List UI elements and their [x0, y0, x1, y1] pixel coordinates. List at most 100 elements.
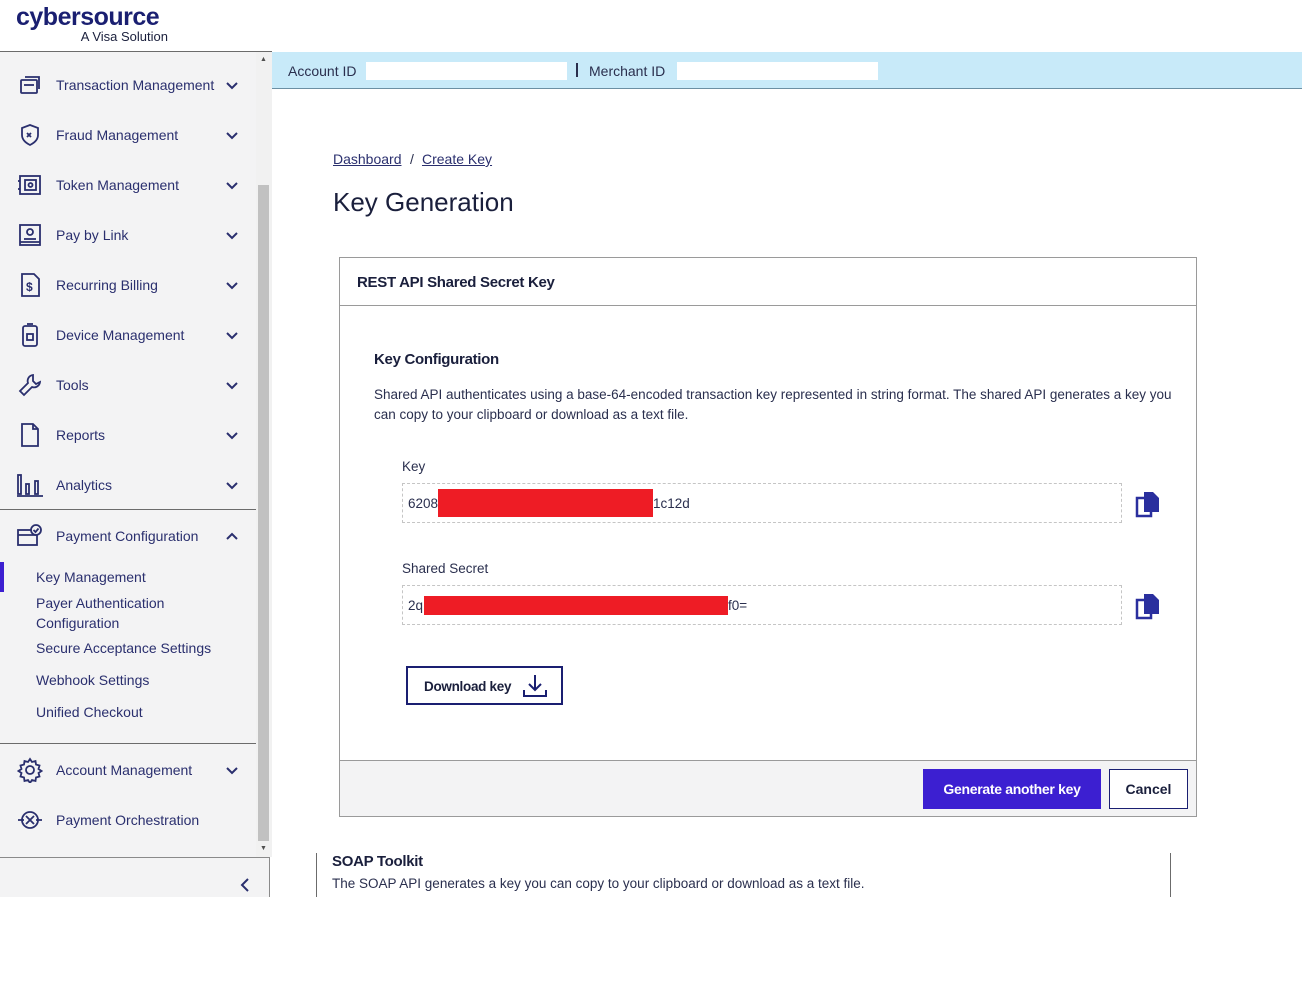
sidebar-item-label: Pay by Link — [56, 227, 129, 243]
sidebar-divider — [0, 743, 256, 744]
key-value-suffix: 1c12d — [653, 496, 690, 511]
sidebar-item-label: Payment Orchestration — [56, 812, 200, 828]
sidebar-item-label: Device Management — [56, 327, 185, 343]
logo-tagline: A Visa Solution — [80, 29, 168, 44]
soap-toolkit-description: The SOAP API generates a key you can cop… — [332, 876, 865, 891]
collapse-sidebar-icon[interactable] — [235, 875, 255, 895]
sidebar-item-payment-configuration[interactable]: Payment Configuration — [0, 514, 256, 558]
account-id-label: Account ID — [288, 63, 357, 79]
key-redaction — [438, 489, 653, 517]
secret-redaction — [424, 596, 728, 615]
billing-doc-icon: $ — [16, 271, 44, 299]
copy-secret-icon[interactable] — [1135, 592, 1161, 622]
vault-icon — [16, 171, 44, 199]
scroll-down-arrow-icon[interactable]: ▼ — [258, 845, 269, 855]
sidebar-item-account-management[interactable]: Account Management — [0, 748, 256, 792]
sidebar-item-label: Fraud Management — [56, 127, 179, 143]
sidebar-footer — [0, 857, 270, 897]
sidebar-item-tools[interactable]: Tools — [0, 363, 256, 407]
card-header: REST API Shared Secret Key — [340, 258, 1196, 306]
sidebar-subitem-key-management[interactable]: Key Management — [36, 567, 246, 587]
cybersource-logo[interactable]: cybersource A Visa Solution — [16, 4, 176, 46]
sidebar-subitem-payer-authentication[interactable]: Payer Authentication Configuration — [36, 593, 246, 633]
logo-wordmark: cybersource — [16, 3, 160, 31]
breadcrumb-dashboard[interactable]: Dashboard — [333, 151, 402, 167]
sidebar-subitem-secure-acceptance[interactable]: Secure Acceptance Settings — [36, 638, 246, 658]
shield-icon — [16, 121, 44, 149]
sidebar-item-transaction-management[interactable]: Transaction Management — [0, 63, 256, 107]
sidebar-item-token-management[interactable]: Token Management — [0, 163, 256, 207]
breadcrumb-create-key[interactable]: Create Key — [422, 151, 492, 167]
card-title: REST API Shared Secret Key — [357, 274, 555, 291]
key-label: Key — [402, 459, 426, 474]
sidebar-item-pay-by-link[interactable]: Pay by Link — [0, 213, 256, 257]
gear-icon — [16, 756, 44, 784]
secret-value-prefix: 2q — [408, 598, 424, 613]
download-key-label: Download key — [424, 679, 512, 694]
soap-section-border-right — [1170, 853, 1171, 897]
chevron-down-icon — [222, 425, 242, 445]
key-field[interactable]: 6208 1c12d — [402, 483, 1122, 523]
chevron-down-icon — [222, 375, 242, 395]
sidebar-item-label: Recurring Billing — [56, 277, 158, 293]
scroll-up-arrow-icon[interactable]: ▲ — [258, 56, 269, 66]
breadcrumb-separator: / — [410, 151, 414, 167]
sidebar-item-payment-orchestration[interactable]: Payment Orchestration — [0, 798, 256, 842]
sidebar-item-label: Analytics — [56, 477, 113, 493]
sidebar-subitem-unified-checkout[interactable]: Unified Checkout — [36, 702, 246, 722]
generate-another-key-button[interactable]: Generate another key — [923, 769, 1101, 809]
chevron-down-icon — [222, 175, 242, 195]
sidebar-item-fraud-management[interactable]: Fraud Management — [0, 113, 256, 157]
chevron-up-icon — [222, 526, 242, 546]
sidebar-item-label: Reports — [56, 427, 106, 443]
sidebar-item-analytics[interactable]: Analytics — [0, 463, 256, 507]
svg-text:$: $ — [26, 280, 33, 294]
pay-link-icon — [16, 221, 44, 249]
sidebar: Transaction Management Fraud Management … — [0, 52, 256, 857]
copy-key-icon[interactable] — [1135, 490, 1161, 520]
chevron-down-icon — [222, 325, 242, 345]
sidebar-item-reports[interactable]: Reports — [0, 413, 256, 457]
card-footer: Generate another key Cancel — [340, 760, 1196, 816]
transactions-icon — [16, 71, 44, 99]
chevron-down-icon — [222, 760, 242, 780]
sidebar-item-recurring-billing[interactable]: $ Recurring Billing — [0, 263, 256, 307]
secret-value-suffix: f0= — [728, 598, 748, 613]
card-check-icon — [16, 522, 44, 550]
chevron-down-icon — [222, 125, 242, 145]
merchant-id-value — [677, 62, 878, 80]
download-key-button[interactable]: Download key — [406, 666, 563, 705]
document-icon — [16, 421, 44, 449]
sidebar-item-label: Tools — [56, 377, 89, 393]
scrollbar-thumb[interactable] — [258, 185, 269, 841]
chevron-down-icon — [222, 75, 242, 95]
download-icon — [522, 673, 548, 699]
account-bar-divider — [576, 63, 578, 77]
page-title: Key Generation — [333, 187, 514, 217]
shared-secret-label: Shared Secret — [402, 561, 489, 576]
chevron-down-icon — [222, 475, 242, 495]
rest-api-key-card: REST API Shared Secret Key Key Configura… — [339, 257, 1197, 817]
sidebar-item-device-management[interactable]: Device Management — [0, 313, 256, 357]
key-value-prefix: 6208 — [408, 496, 439, 511]
chevron-down-icon — [222, 225, 242, 245]
key-configuration-description: Shared API authenticates using a base-64… — [374, 387, 1172, 422]
device-icon — [16, 321, 44, 349]
account-bar: Account ID Merchant ID — [272, 52, 1302, 89]
cancel-button[interactable]: Cancel — [1109, 769, 1188, 809]
active-indicator — [0, 562, 4, 592]
wrench-icon — [16, 371, 44, 399]
sidebar-item-label: Payment Configuration — [56, 528, 199, 544]
soap-toolkit-heading: SOAP Toolkit — [332, 853, 423, 870]
sidebar-item-label: Account Management — [56, 762, 193, 778]
orchestration-icon — [16, 806, 44, 834]
sidebar-item-label: Transaction Management — [56, 77, 215, 93]
merchant-id-label: Merchant ID — [589, 63, 666, 79]
bar-chart-icon — [16, 471, 44, 499]
sidebar-subitem-webhook-settings[interactable]: Webhook Settings — [36, 670, 246, 690]
shared-secret-field[interactable]: 2q f0= — [402, 585, 1122, 625]
account-id-value — [366, 62, 567, 80]
sidebar-item-label: Token Management — [56, 177, 179, 193]
soap-section-border-left — [316, 853, 317, 897]
key-configuration-heading: Key Configuration — [374, 351, 499, 368]
